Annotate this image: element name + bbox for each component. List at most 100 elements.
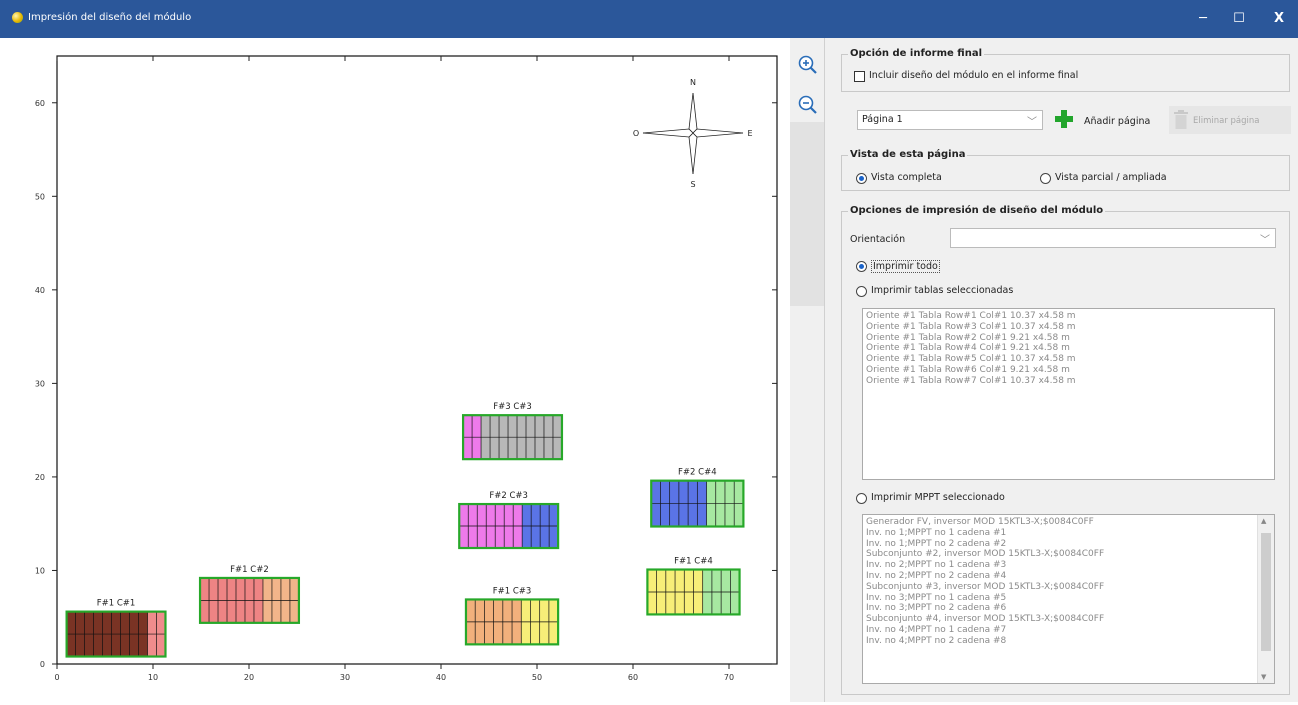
delete-page-label: Eliminar página	[1193, 116, 1260, 126]
table-list-item[interactable]: Oriente #1 Tabla Row#2 Col#1 9.21 x4.58 …	[863, 333, 1274, 344]
compass-w: O	[633, 129, 639, 138]
y-tick-label: 10	[35, 566, 45, 575]
mppt-list-item[interactable]: Inv. no 2;MPPT no 1 cadena #3	[863, 560, 1274, 571]
y-tick-label: 30	[35, 379, 45, 388]
title-bar: Impresión del diseño del módulo ─ ☐ X	[0, 0, 1298, 38]
x-tick-label: 40	[436, 673, 446, 682]
pv-table[interactable]: F#2 C#4	[650, 468, 745, 528]
zoom-scroll-track[interactable]	[790, 122, 824, 306]
page-select[interactable]: Página 1 ﹀	[857, 110, 1043, 130]
full-view-radio[interactable]	[856, 173, 867, 184]
chevron-down-icon: ﹀	[1027, 117, 1037, 128]
options-panel: Opción de informe final Incluir diseño d…	[824, 38, 1298, 702]
include-layout-checkbox[interactable]	[854, 71, 865, 82]
page-view-title: Vista de esta página	[848, 149, 968, 160]
x-tick-label: 70	[724, 673, 734, 682]
compass-n: N	[690, 78, 696, 87]
zoom-toolbar	[790, 38, 824, 702]
include-layout-label: Incluir diseño del módulo en el informe …	[869, 70, 1079, 81]
tables-listbox[interactable]: Oriente #1 Tabla Row#1 Col#1 10.37 x4.58…	[862, 308, 1275, 480]
final-report-title: Opción de informe final	[848, 48, 984, 59]
delete-page-button[interactable]: Eliminar página	[1169, 106, 1291, 134]
page-view-group: Vista de esta página Vista completa Vist…	[841, 149, 1290, 191]
mppt-list-item[interactable]: Inv. no 2;MPPT no 2 cadena #4	[863, 571, 1274, 582]
final-report-group: Opción de informe final Incluir diseño d…	[841, 48, 1290, 92]
pv-table-label: F#1 C#4	[674, 557, 713, 567]
print-tables-radio[interactable]	[856, 286, 867, 297]
y-tick-label: 60	[35, 99, 45, 108]
table-list-item[interactable]: Oriente #1 Tabla Row#6 Col#1 9.21 x4.58 …	[863, 365, 1274, 376]
mppt-list-item[interactable]: Inv. no 3;MPPT no 2 cadena #6	[863, 603, 1274, 614]
full-view-label: Vista completa	[871, 172, 942, 183]
print-all-label: Imprimir todo	[871, 260, 940, 273]
mppt-scrollbar[interactable]: ▲ ▼	[1257, 515, 1274, 683]
trash-icon	[1174, 110, 1188, 129]
pv-table[interactable]: F#2 C#3	[458, 491, 560, 550]
mppt-list-item[interactable]: Inv. no 4;MPPT no 1 cadena #7	[863, 625, 1274, 636]
table-list-item[interactable]: Oriente #1 Tabla Row#5 Col#1 10.37 x4.58…	[863, 354, 1274, 365]
y-tick-label: 20	[35, 473, 45, 482]
pv-table-label: F#2 C#4	[678, 468, 717, 478]
print-options-group: Opciones de impresión de diseño del módu…	[841, 205, 1290, 695]
mppt-list-item[interactable]: Inv. no 4;MPPT no 2 cadena #8	[863, 636, 1274, 647]
y-tick-label: 0	[40, 660, 45, 669]
print-mppt-radio[interactable]	[856, 493, 867, 504]
mppt-list-item[interactable]: Inv. no 1;MPPT no 1 cadena #1	[863, 528, 1274, 539]
pv-table[interactable]: F#1 C#2	[198, 565, 301, 624]
mppt-list-item[interactable]: Subconjunto #4, inversor MOD 15KTL3-X;$0…	[863, 614, 1274, 625]
pv-table[interactable]: F#1 C#3	[464, 586, 560, 646]
y-tick-label: 40	[35, 286, 45, 295]
x-tick-label: 0	[54, 673, 59, 682]
close-button[interactable]: X	[1256, 0, 1298, 38]
mppt-list-item[interactable]: Subconjunto #3, inversor MOD 15KTL3-X;$0…	[863, 582, 1274, 593]
print-tables-label: Imprimir tablas seleccionadas	[871, 285, 1014, 296]
scroll-up-icon[interactable]: ▲	[1261, 517, 1266, 525]
table-list-item[interactable]: Oriente #1 Tabla Row#1 Col#1 10.37 x4.58…	[863, 311, 1274, 322]
pv-table-label: F#1 C#3	[493, 586, 532, 596]
partial-view-radio[interactable]	[1040, 173, 1051, 184]
zoom-out-icon	[798, 95, 817, 114]
add-page-label: Añadir página	[1084, 116, 1151, 127]
table-list-item[interactable]: Oriente #1 Tabla Row#7 Col#1 10.37 x4.58…	[863, 376, 1274, 387]
page-select-value: Página 1	[862, 114, 903, 125]
x-tick-label: 10	[148, 673, 158, 682]
x-tick-label: 50	[532, 673, 542, 682]
x-tick-label: 20	[244, 673, 254, 682]
compass-rose: N S E O	[633, 78, 753, 189]
zoom-out-button[interactable]	[797, 94, 819, 116]
chevron-down-icon: ﹀	[1260, 235, 1270, 246]
print-all-radio[interactable]	[856, 261, 867, 272]
table-list-item[interactable]: Oriente #1 Tabla Row#3 Col#1 10.37 x4.58…	[863, 322, 1274, 333]
add-page-button[interactable]: Añadir página	[1051, 106, 1163, 134]
mppt-list-item[interactable]: Generador FV, inversor MOD 15KTL3-X;$008…	[863, 517, 1274, 528]
pv-table[interactable]: F#3 C#3	[461, 402, 564, 461]
scroll-down-icon[interactable]: ▼	[1261, 673, 1266, 681]
compass-e: E	[747, 129, 752, 138]
zoom-in-icon	[798, 55, 817, 74]
pv-table-label: F#2 C#3	[489, 491, 528, 501]
pv-table[interactable]: F#1 C#4	[646, 557, 741, 616]
mppt-listbox[interactable]: Generador FV, inversor MOD 15KTL3-X;$008…	[862, 514, 1275, 684]
pv-table-label: F#1 C#1	[97, 599, 136, 609]
orientation-select[interactable]: ﹀	[950, 228, 1276, 248]
x-tick-label: 30	[340, 673, 350, 682]
partial-view-label: Vista parcial / ampliada	[1055, 172, 1167, 183]
print-mppt-label: Imprimir MPPT seleccionado	[871, 492, 1005, 503]
layout-plot: 0 10 20 30 40 50 60 70 0 10 20 30 40 50 60 F#1 C#1 F#1 …	[35, 55, 778, 682]
print-options-title: Opciones de impresión de diseño del módu…	[848, 205, 1106, 216]
y-tick-label: 50	[35, 192, 45, 201]
mppt-list-item[interactable]: Subconjunto #2, inversor MOD 15KTL3-X;$0…	[863, 549, 1274, 560]
mppt-list-item[interactable]: Inv. no 3;MPPT no 1 cadena #5	[863, 593, 1274, 604]
x-tick-label: 60	[628, 673, 638, 682]
scroll-thumb[interactable]	[1261, 533, 1271, 651]
pv-table-label: F#1 C#2	[230, 565, 269, 575]
window-title: Impresión del diseño del módulo	[28, 12, 192, 23]
pv-table-label: F#3 C#3	[493, 402, 532, 412]
orientation-label: Orientación	[850, 234, 906, 245]
mppt-list-item[interactable]: Inv. no 1;MPPT no 2 cadena #2	[863, 539, 1274, 550]
layout-plot-area: 0 10 20 30 40 50 60 70 0 10 20 30 40 50 60 F#1 C#1 F#1 …	[0, 38, 790, 702]
plus-icon	[1055, 110, 1073, 128]
pv-table[interactable]: F#1 C#1	[65, 599, 167, 658]
table-list-item[interactable]: Oriente #1 Tabla Row#4 Col#1 9.21 x4.58 …	[863, 343, 1274, 354]
zoom-in-button[interactable]	[797, 54, 819, 76]
